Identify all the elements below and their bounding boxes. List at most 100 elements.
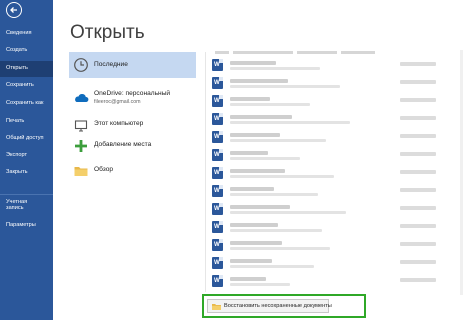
word-document-icon: W: [212, 95, 223, 107]
back-arrow-icon[interactable]: [6, 2, 22, 18]
file-name-redacted: [230, 151, 268, 155]
file-date-redacted: [400, 278, 436, 282]
file-row[interactable]: W: [212, 275, 452, 288]
file-name-redacted: [230, 133, 280, 137]
location-onedrive-email: fileeroc@gmail.com: [94, 99, 141, 105]
file-path-redacted: [230, 211, 346, 214]
location-browse[interactable]: Обзор: [69, 158, 196, 184]
file-path-redacted: [230, 247, 330, 250]
recover-unsaved-button[interactable]: Восстановить несохраненные документы: [207, 299, 332, 313]
file-name-redacted: [230, 187, 274, 191]
nav-item-options[interactable]: Параметры: [0, 222, 53, 229]
word-document-icon-letter: W: [214, 206, 220, 212]
file-date-redacted: [400, 224, 436, 228]
file-name-redacted: [230, 259, 272, 263]
file-path-redacted: [230, 193, 318, 196]
nav-item-account-line2[interactable]: запись: [0, 205, 53, 212]
nav-item-export[interactable]: Экспорт: [0, 152, 53, 159]
file-date-redacted: [400, 206, 436, 210]
location-add-place[interactable]: Добавление места: [69, 133, 196, 159]
column-divider: [205, 52, 206, 292]
backstage-nav: Сведения Создать Открыть Сохранить Сохра…: [0, 0, 53, 320]
nav-item-save[interactable]: Сохранить: [0, 82, 53, 89]
plus-icon: [75, 140, 87, 152]
word-document-icon: W: [212, 77, 223, 89]
file-path-redacted: [230, 103, 310, 106]
word-document-icon: W: [212, 149, 223, 161]
word-document-icon: W: [212, 59, 223, 71]
word-document-icon-letter: W: [214, 152, 220, 158]
file-path-redacted: [230, 157, 300, 160]
file-row[interactable]: W: [212, 167, 452, 180]
file-row[interactable]: W: [212, 149, 452, 162]
file-path-redacted: [230, 85, 340, 88]
file-name-redacted: [230, 61, 276, 65]
nav-item-open[interactable]: Открыть: [0, 61, 53, 77]
word-document-icon-letter: W: [214, 278, 220, 284]
word-document-icon-letter: W: [214, 170, 220, 176]
word-document-icon: W: [212, 203, 223, 215]
word-document-icon-letter: W: [214, 134, 220, 140]
file-path-redacted: [230, 67, 320, 70]
word-document-icon: W: [212, 257, 223, 269]
word-document-icon-letter: W: [214, 80, 220, 86]
nav-item-close[interactable]: Закрыть: [0, 169, 53, 176]
word-document-icon: W: [212, 185, 223, 197]
file-row[interactable]: W: [212, 257, 452, 270]
word-document-icon: W: [212, 239, 223, 251]
nav-item-share[interactable]: Общий доступ: [0, 135, 53, 142]
file-list-scrollbar[interactable]: [460, 50, 463, 295]
clock-icon: [74, 58, 88, 72]
word-document-icon-letter: W: [214, 242, 220, 248]
file-name-redacted: [230, 169, 285, 173]
file-row[interactable]: W: [212, 221, 452, 234]
file-date-redacted: [400, 80, 436, 84]
file-row[interactable]: W: [212, 95, 452, 108]
recover-unsaved-label: Восстановить несохраненные документы: [224, 303, 332, 309]
location-browse-label: Обзор: [94, 166, 114, 173]
word-document-icon-letter: W: [214, 98, 220, 104]
location-onedrive-label: OneDrive: персональный: [94, 90, 171, 97]
file-date-redacted: [400, 260, 436, 264]
nav-item-save-as[interactable]: Сохранить как: [0, 100, 53, 107]
word-document-icon-letter: W: [214, 260, 220, 266]
file-name-redacted: [230, 241, 282, 245]
nav-item-new[interactable]: Создать: [0, 47, 53, 54]
file-list-header: [215, 43, 445, 54]
word-document-icon-letter: W: [214, 116, 220, 122]
file-date-redacted: [400, 152, 436, 156]
file-row[interactable]: W: [212, 131, 452, 144]
file-date-redacted: [400, 170, 436, 174]
location-this-pc-label: Этот компьютер: [94, 120, 144, 127]
file-row[interactable]: W: [212, 59, 452, 72]
file-path-redacted: [230, 229, 322, 232]
file-name-redacted: [230, 79, 288, 83]
file-path-redacted: [230, 283, 290, 286]
file-row[interactable]: W: [212, 77, 452, 90]
location-recent[interactable]: Последние: [69, 52, 196, 78]
word-document-icon-letter: W: [214, 62, 220, 68]
file-name-redacted: [230, 115, 292, 119]
file-row[interactable]: W: [212, 203, 452, 216]
word-document-icon-letter: W: [214, 188, 220, 194]
file-name-redacted: [230, 277, 266, 281]
location-onedrive[interactable]: OneDrive: персональный fileeroc@gmail.co…: [69, 87, 196, 113]
file-path-redacted: [230, 139, 326, 142]
file-date-redacted: [400, 116, 436, 120]
file-row[interactable]: W: [212, 113, 452, 126]
file-path-redacted: [230, 121, 350, 124]
file-date-redacted: [400, 242, 436, 246]
file-row[interactable]: W: [212, 185, 452, 198]
word-document-icon: W: [212, 221, 223, 233]
file-row[interactable]: W: [212, 239, 452, 252]
word-document-icon: W: [212, 167, 223, 179]
folder-icon: [212, 304, 221, 310]
computer-icon: [74, 120, 88, 132]
folder-icon: [74, 167, 88, 176]
file-path-redacted: [230, 175, 334, 178]
file-date-redacted: [400, 188, 436, 192]
nav-item-print[interactable]: Печать: [0, 118, 53, 125]
word-document-icon-letter: W: [214, 224, 220, 230]
nav-item-info[interactable]: Сведения: [0, 30, 53, 37]
word-document-icon: W: [212, 131, 223, 143]
